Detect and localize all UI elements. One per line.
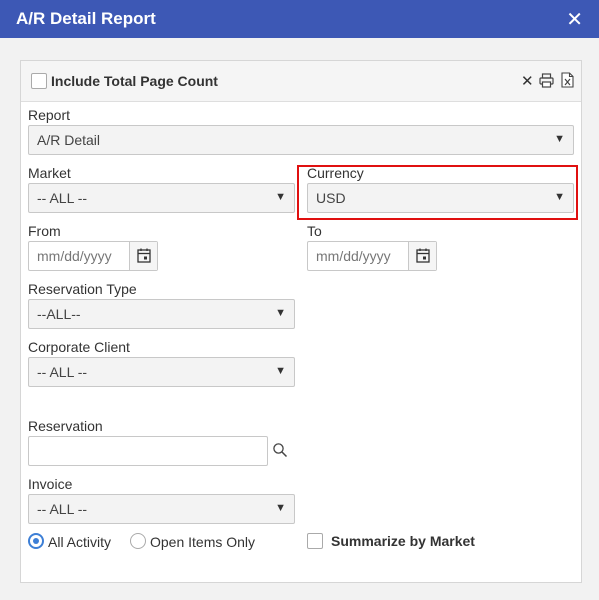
calendar-icon[interactable] (408, 242, 436, 270)
to-label: To (307, 223, 322, 239)
from-date-input[interactable]: mm/dd/yyyy (28, 241, 158, 271)
window-close-icon[interactable]: ✕ (566, 7, 583, 32)
include-total-checkbox[interactable] (31, 73, 47, 89)
open-items-radio[interactable] (130, 533, 146, 549)
report-select-value: A/R Detail (37, 132, 101, 148)
caret-down-icon: ▼ (554, 133, 565, 145)
invoice-select[interactable]: -- ALL -- ▼ (28, 494, 295, 524)
market-label: Market (28, 165, 71, 181)
report-panel: Include Total Page Count ✕ Report A/R De… (20, 60, 582, 583)
from-date-placeholder: mm/dd/yyyy (37, 248, 112, 264)
corporate-client-label: Corporate Client (28, 339, 130, 355)
market-select-value: -- ALL -- (37, 190, 88, 206)
reservation-label: Reservation (28, 418, 103, 434)
window-titlebar: A/R Detail Report ✕ (0, 0, 599, 38)
excel-icon[interactable] (561, 72, 574, 91)
clear-icon[interactable]: ✕ (521, 72, 534, 90)
reservation-type-label: Reservation Type (28, 281, 137, 297)
currency-highlight-box (297, 165, 578, 220)
invoice-label: Invoice (28, 476, 73, 492)
include-total-label: Include Total Page Count (51, 73, 218, 89)
reservation-type-value: --ALL-- (37, 306, 81, 322)
caret-down-icon: ▼ (275, 191, 286, 203)
search-icon[interactable] (272, 442, 288, 461)
all-activity-label: All Activity (48, 534, 112, 550)
summarize-by-market-checkbox[interactable] (307, 533, 323, 549)
open-items-label: Open Items Only (150, 534, 256, 550)
caret-down-icon: ▼ (275, 307, 286, 319)
from-label: From (28, 223, 61, 239)
reservation-type-select[interactable]: --ALL-- ▼ (28, 299, 295, 329)
window-title: A/R Detail Report (16, 9, 156, 28)
summarize-by-market-label: Summarize by Market (331, 533, 475, 549)
caret-down-icon: ▼ (275, 502, 286, 514)
corporate-client-value: -- ALL -- (37, 364, 88, 380)
caret-down-icon: ▼ (275, 365, 286, 377)
print-icon[interactable] (539, 73, 554, 91)
calendar-icon[interactable] (129, 242, 157, 270)
market-select[interactable]: -- ALL -- ▼ (28, 183, 295, 213)
all-activity-radio[interactable] (28, 533, 44, 549)
reservation-input[interactable] (28, 436, 268, 466)
report-select[interactable]: A/R Detail ▼ (28, 125, 574, 155)
report-label: Report (28, 107, 71, 123)
corporate-client-select[interactable]: -- ALL -- ▼ (28, 357, 295, 387)
to-date-placeholder: mm/dd/yyyy (316, 248, 391, 264)
to-date-input[interactable]: mm/dd/yyyy (307, 241, 437, 271)
panel-header: Include Total Page Count ✕ (21, 61, 581, 102)
invoice-select-value: -- ALL -- (37, 501, 88, 517)
